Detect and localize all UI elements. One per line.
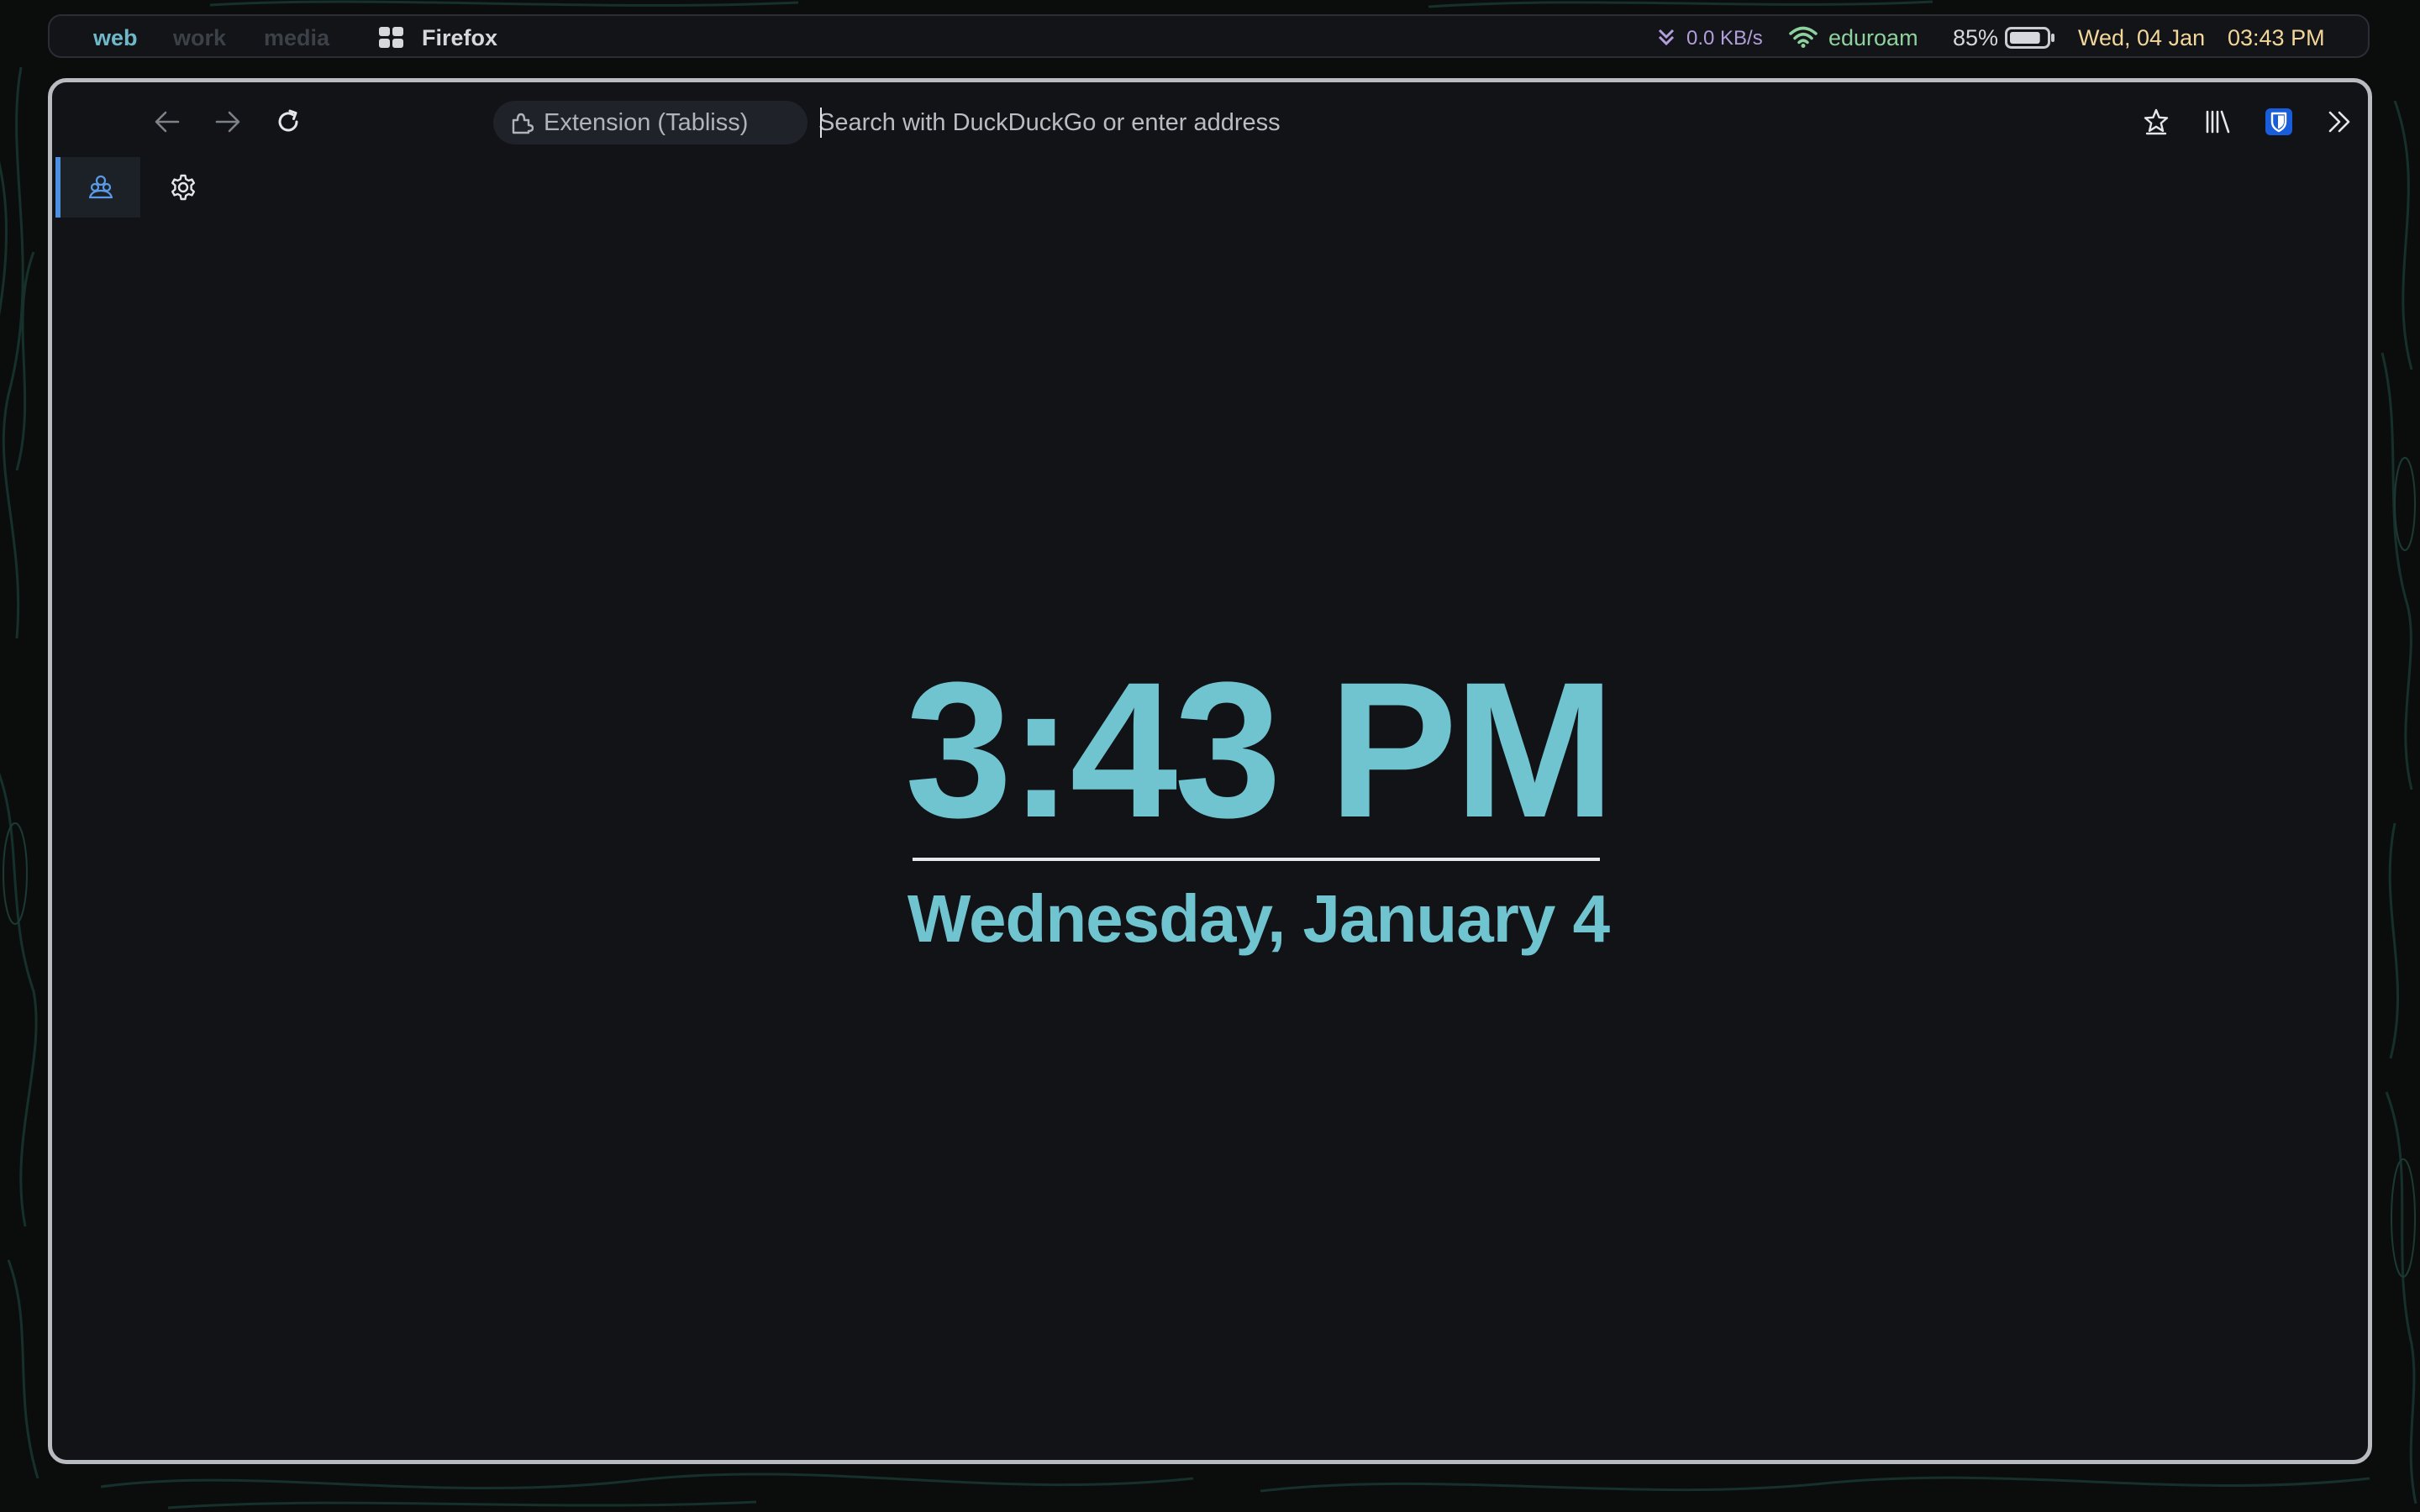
battery-percent: 85%: [1953, 25, 1999, 50]
tabliss-settings-button[interactable]: [166, 171, 200, 204]
status-bar: web work media Firefox 0.0 KB/s eduroam …: [48, 14, 2370, 58]
back-button[interactable]: [147, 102, 187, 142]
forward-button[interactable]: [208, 102, 248, 142]
library-button[interactable]: [2197, 102, 2238, 142]
container-tab-icon: [88, 175, 113, 199]
battery-icon: [2005, 27, 2054, 49]
arrow-right-icon: [215, 111, 240, 133]
bitwarden-extension-button[interactable]: [2259, 102, 2299, 142]
workspace-work[interactable]: work: [173, 25, 226, 51]
reload-button[interactable]: [268, 102, 308, 142]
firefox-window: Extension (Tabliss) Search with DuckDuck…: [48, 78, 2372, 1464]
status-time: 03:43 PM: [2228, 25, 2325, 50]
workspace-media[interactable]: media: [264, 25, 329, 51]
status-date: Wed, 04 Jan: [2078, 25, 2206, 50]
bitwarden-shield-icon: [2265, 108, 2292, 135]
wifi-network-name[interactable]: eduroam: [1828, 25, 1918, 51]
clock-divider: [913, 858, 1600, 861]
focused-app-name: Firefox: [422, 25, 498, 50]
bookmark-page-button[interactable]: [2136, 102, 2176, 142]
network-speed: 0.0 KB/s: [1686, 27, 1763, 50]
url-bar-input[interactable]: [818, 102, 1911, 143]
site-identity-label: Extension (Tabliss): [544, 108, 749, 136]
library-icon: [2206, 110, 2230, 134]
overflow-chevrons-icon: [2328, 111, 2350, 133]
settings-gear-icon: [171, 174, 195, 201]
puzzle-piece-icon: [512, 113, 534, 134]
bookmark-star-icon: [2144, 108, 2169, 135]
reload-icon: [278, 109, 298, 132]
tabliss-clock-time: 3:43 PM: [904, 642, 1615, 858]
tabliss-clock-date: Wednesday, January 4: [907, 881, 1610, 956]
text-caret: [820, 108, 822, 138]
arrow-left-icon: [155, 111, 180, 133]
site-identity-button[interactable]: Extension (Tabliss): [493, 101, 808, 144]
download-arrows-icon: [1658, 29, 1675, 46]
windows-grid-icon: [379, 27, 403, 48]
wifi-icon: [1789, 26, 1818, 48]
battery-fill: [2010, 32, 2040, 44]
overflow-menu-button[interactable]: [2319, 102, 2360, 142]
sidebar-tab-tabliss[interactable]: [55, 157, 140, 218]
workspace-web[interactable]: web: [93, 25, 138, 51]
